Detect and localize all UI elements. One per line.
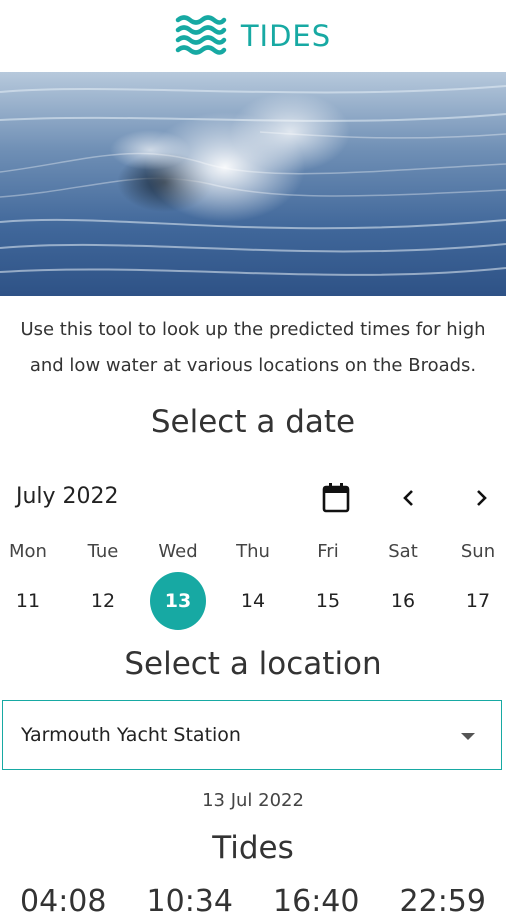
day-cell[interactable]: 11 bbox=[0, 572, 56, 630]
tide-time: 04:08 bbox=[20, 884, 107, 919]
results-date: 13 Jul 2022 bbox=[202, 790, 304, 811]
day-cell[interactable]: 16 bbox=[375, 572, 431, 630]
weekday-label: Wed bbox=[158, 541, 198, 562]
tide-times-row: 04:08 10:34 16:40 22:59 bbox=[0, 884, 506, 919]
calendar-icon[interactable] bbox=[316, 478, 356, 518]
tide-time: 16:40 bbox=[273, 884, 360, 919]
weekday-label: Tue bbox=[87, 541, 119, 562]
month-label: July 2022 bbox=[16, 484, 119, 509]
location-select[interactable]: Yarmouth Yacht Station bbox=[2, 700, 502, 770]
chevron-right-icon[interactable] bbox=[462, 478, 502, 518]
intro-text: Use this tool to look up the predicted t… bbox=[0, 312, 506, 384]
weekday-row: Mon Tue Wed Thu Fri Sat Sun bbox=[0, 541, 506, 562]
hero-wave-image bbox=[0, 72, 506, 296]
weekday-label: Mon bbox=[9, 541, 47, 562]
location-select-value: Yarmouth Yacht Station bbox=[21, 724, 241, 746]
intro-line-2: and low water at various locations on th… bbox=[29, 355, 477, 376]
tide-time: 22:59 bbox=[399, 884, 486, 919]
calendar-header: July 2022 bbox=[0, 474, 506, 524]
day-cell[interactable]: 14 bbox=[225, 572, 281, 630]
app-title: TIDES bbox=[240, 19, 332, 53]
weekday-label: Sat bbox=[388, 541, 418, 562]
day-row: 11 12 13 14 15 16 17 bbox=[0, 572, 506, 630]
weekday-label: Fri bbox=[317, 541, 339, 562]
day-cell[interactable]: 12 bbox=[75, 572, 131, 630]
weekday-label: Thu bbox=[236, 541, 270, 562]
weekday-label: Sun bbox=[460, 541, 496, 562]
logo: TIDES bbox=[175, 13, 331, 59]
tides-heading: Tides bbox=[212, 830, 294, 866]
dropdown-arrow-icon bbox=[461, 733, 475, 740]
waves-icon bbox=[175, 13, 227, 59]
selected-day-label: 13 bbox=[150, 572, 206, 630]
day-cell-selected[interactable]: 13 bbox=[150, 572, 206, 630]
app-header: TIDES bbox=[0, 0, 506, 72]
chevron-left-icon[interactable] bbox=[388, 478, 428, 518]
select-date-heading: Select a date bbox=[150, 404, 356, 440]
intro-line-1: Use this tool to look up the predicted t… bbox=[20, 319, 486, 340]
day-cell[interactable]: 17 bbox=[450, 572, 506, 630]
select-location-heading: Select a location bbox=[124, 646, 382, 682]
tide-time: 10:34 bbox=[146, 884, 233, 919]
day-cell[interactable]: 15 bbox=[300, 572, 356, 630]
